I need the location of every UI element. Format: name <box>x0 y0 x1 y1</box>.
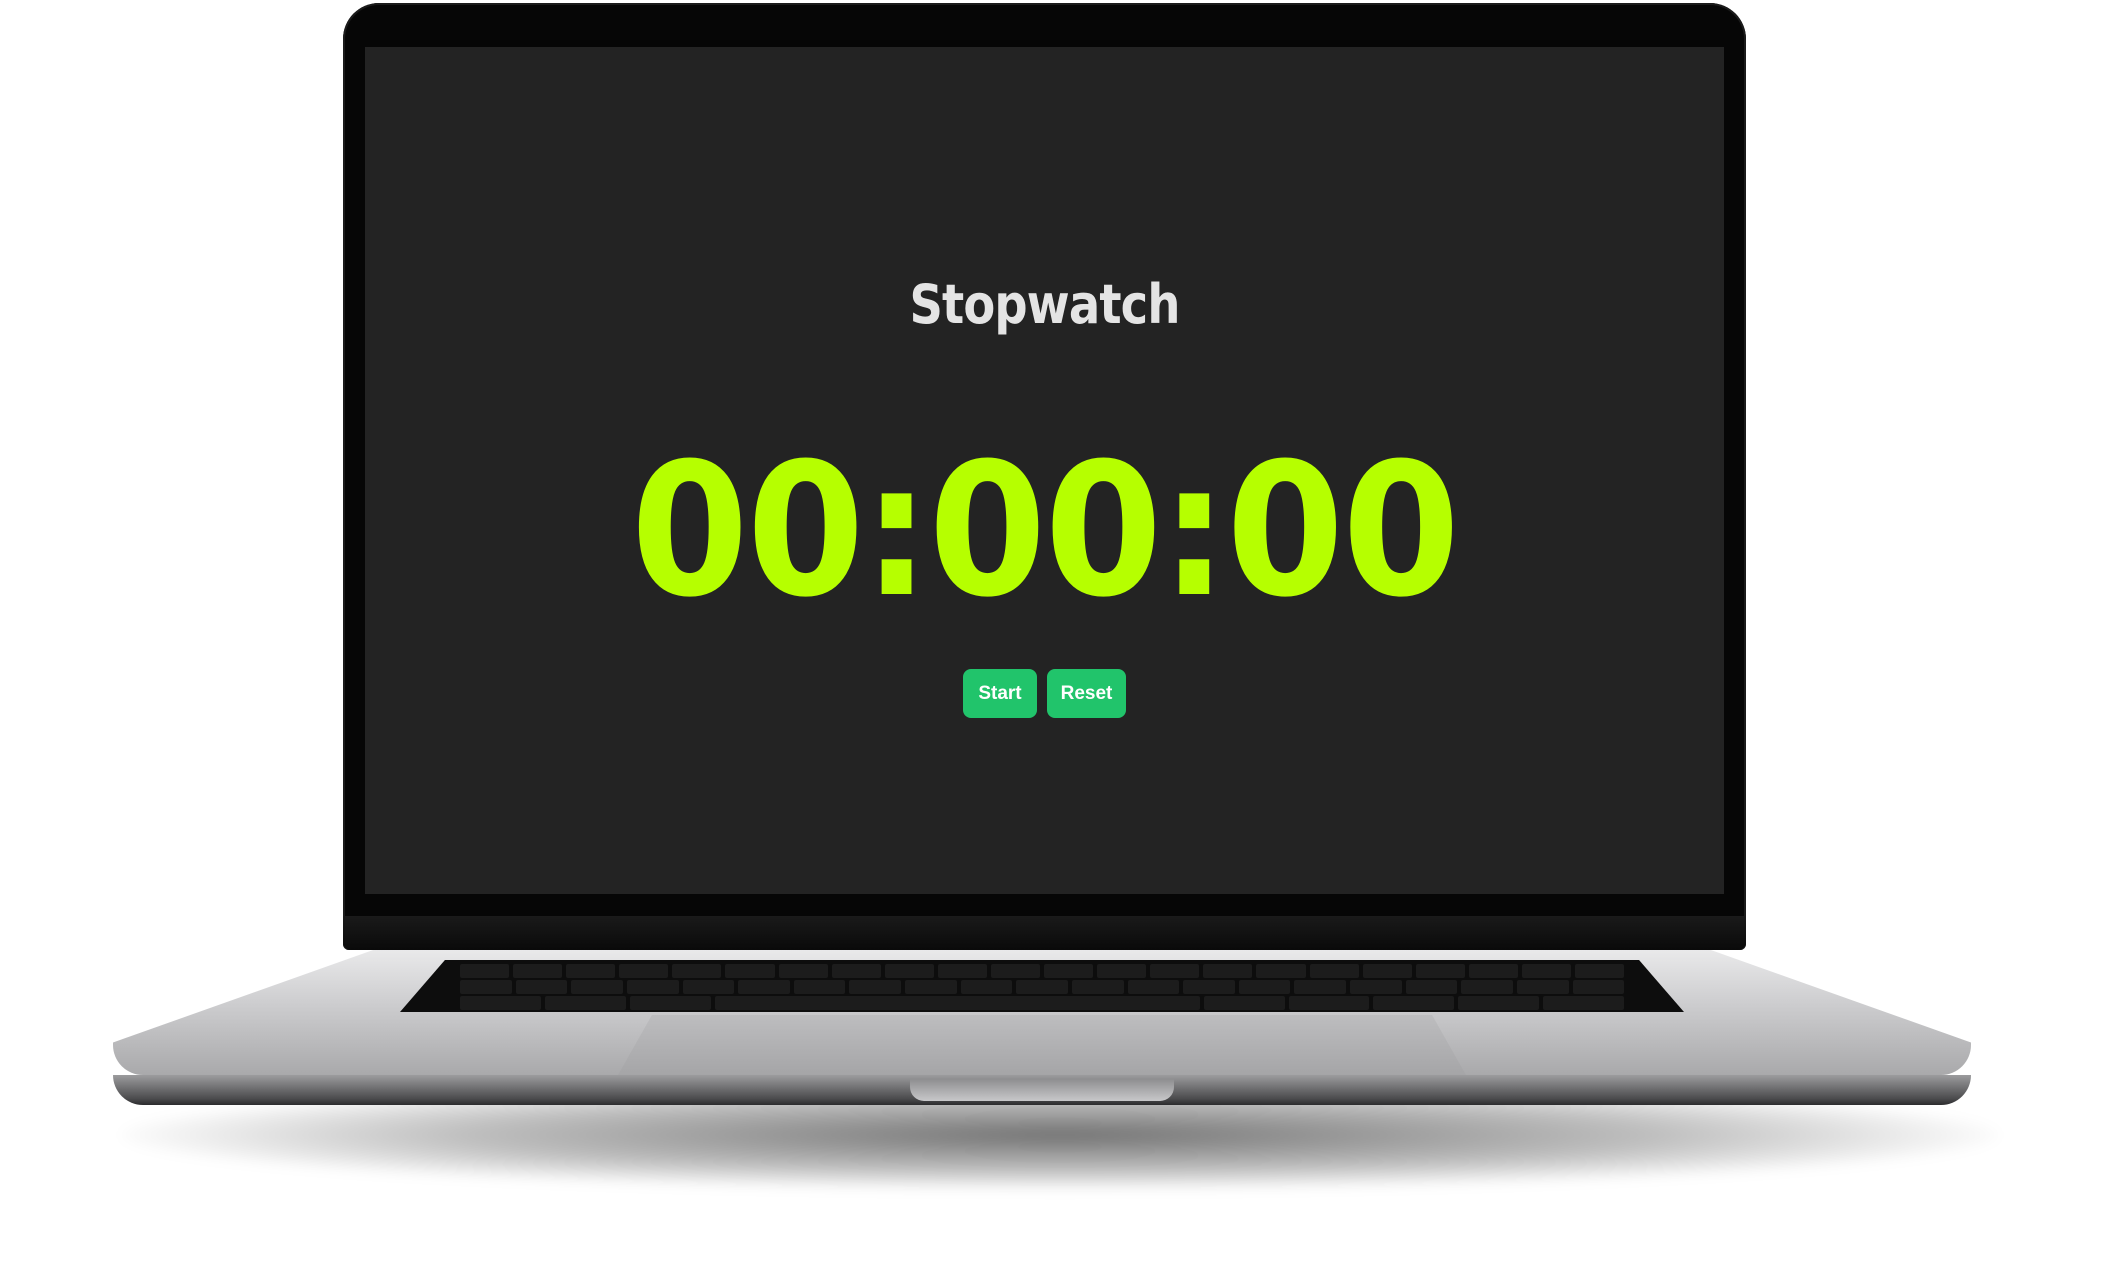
page-title: Stopwatch <box>909 273 1180 336</box>
reset-button[interactable]: Reset <box>1047 669 1126 718</box>
stopwatch-time-display: 00:00:00 <box>630 424 1460 638</box>
laptop-trackpad <box>618 1015 1466 1075</box>
start-button[interactable]: Start <box>963 669 1037 718</box>
stopwatch-controls: Start Reset <box>365 669 1724 718</box>
keyboard-row <box>400 964 1684 978</box>
laptop-hinge <box>343 916 1746 950</box>
laptop-screen: Stopwatch 00:00:00 Start Reset <box>365 47 1724 894</box>
keyboard-row <box>400 980 1684 994</box>
laptop-keyboard <box>400 960 1684 1012</box>
laptop-lid-notch <box>910 1079 1174 1101</box>
keyboard-row <box>400 996 1684 1010</box>
